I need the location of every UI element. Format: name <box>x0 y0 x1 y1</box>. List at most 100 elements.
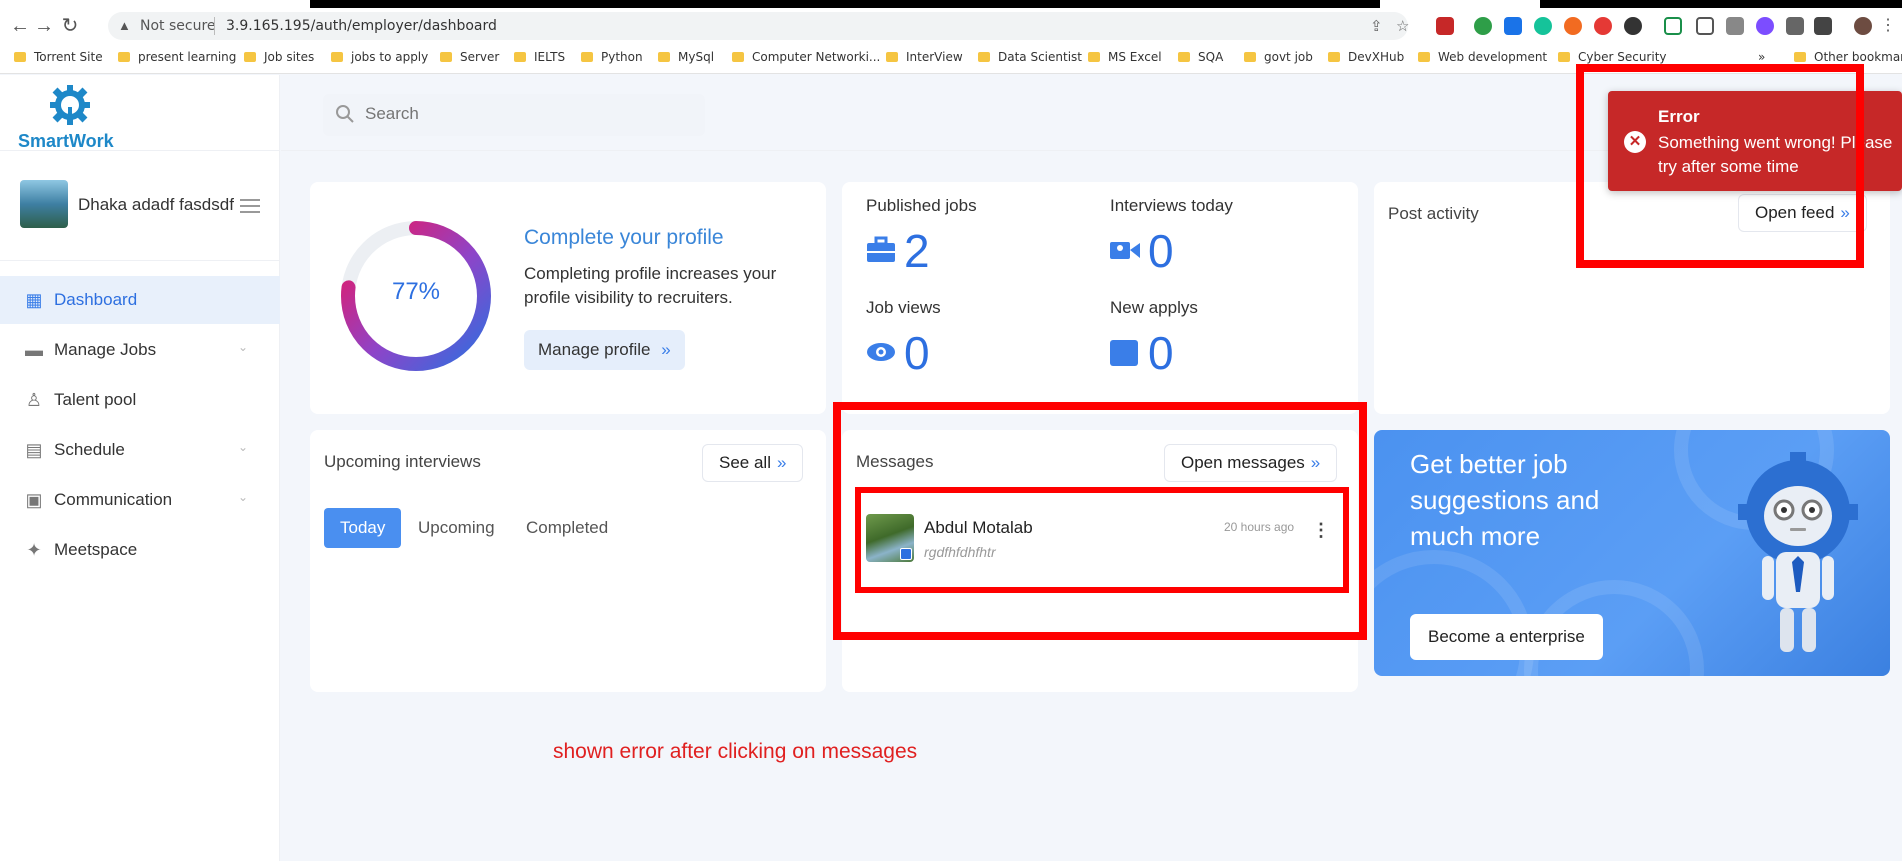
reload-icon[interactable]: ↻ <box>58 14 82 38</box>
address-bar[interactable]: ▲ Not secure 3.9.165.195/auth/employer/d… <box>108 12 1409 40</box>
tab-today[interactable]: Today <box>324 508 402 548</box>
bookmark[interactable]: Python <box>581 50 643 64</box>
sidebar-item-label: Schedule <box>54 440 125 459</box>
sidebar-item-label: Talent pool <box>54 390 137 409</box>
video-call-icon <box>1110 242 1140 259</box>
briefcase-icon <box>867 236 895 262</box>
profile-percent: 77% <box>391 278 441 305</box>
bookmark[interactable]: Computer Networki... <box>732 50 880 64</box>
sidebar-item-dashboard[interactable]: ▦ Dashboard <box>0 276 280 324</box>
bookmark[interactable]: Job sites <box>244 50 314 64</box>
bookmark[interactable]: InterView <box>886 50 963 64</box>
screenshot-extension-icon[interactable] <box>1696 17 1714 35</box>
code-extension-icon[interactable] <box>1664 17 1682 35</box>
sidebar-item-meetspace[interactable]: ✦ Meetspace <box>0 526 280 574</box>
briefcase-icon: ▬ <box>25 340 43 360</box>
folder-icon <box>1110 340 1138 366</box>
image-extension-icon[interactable] <box>1726 17 1744 35</box>
stat-interviews-today[interactable]: Interviews today 0 <box>1110 196 1233 277</box>
stat-value: 2 <box>904 225 930 277</box>
shield-extension-icon[interactable] <box>1474 17 1492 35</box>
stat-value: 0 <box>1148 327 1174 379</box>
url-text[interactable]: 3.9.165.195/auth/employer/dashboard <box>226 18 497 34</box>
drop-extension-icon[interactable] <box>1504 17 1522 35</box>
profile-completion-card: 77% Complete your profile Completing pro… <box>310 182 826 414</box>
meetspace-icon: ✦ <box>26 540 42 560</box>
hamburger-menu-icon[interactable] <box>240 199 260 213</box>
double-chevron-right-icon: » <box>661 340 671 359</box>
sidebar-item-schedule[interactable]: ▤ Schedule ⌄ <box>0 426 280 474</box>
red-extension-icon[interactable] <box>1594 17 1612 35</box>
back-icon[interactable]: ← <box>8 14 32 38</box>
stat-label: Job views <box>866 298 941 317</box>
tab-upcoming[interactable]: Upcoming <box>402 508 511 548</box>
gmail-extension-icon[interactable] <box>1436 17 1454 35</box>
manage-profile-button[interactable]: Manage profile » <box>524 330 685 370</box>
user-name[interactable]: Dhaka adadf fasdsdf <box>78 195 234 215</box>
stat-label: Interviews today <box>1110 196 1233 215</box>
bookmark[interactable]: MySql <box>658 50 714 64</box>
purple-extension-icon[interactable] <box>1756 17 1774 35</box>
search-input[interactable] <box>365 104 685 124</box>
bookmark[interactable]: DevXHub <box>1328 50 1404 64</box>
bookmark[interactable]: MS Excel <box>1088 50 1162 64</box>
promo-title: Get better job suggestions and much more <box>1410 449 1600 551</box>
see-all-label: See all <box>719 453 771 472</box>
sidebar-item-label: Dashboard <box>54 290 138 309</box>
bookmark[interactable]: Data Scientist <box>978 50 1082 64</box>
chevron-down-icon: ⌄ <box>238 440 249 454</box>
star-icon[interactable]: ☆ <box>1396 17 1409 35</box>
bookmark[interactable]: Other bookmarks <box>1794 50 1902 64</box>
interviews-title: Upcoming interviews <box>324 452 481 471</box>
tab-completed[interactable]: Completed <box>510 508 624 548</box>
sidebar-item-talent-pool[interactable]: ♙ Talent pool <box>0 376 280 424</box>
bookmark[interactable]: IELTS <box>514 50 565 64</box>
dashboard-icon: ▦ <box>25 290 43 310</box>
forward-icon[interactable]: → <box>32 14 56 38</box>
security-label: Not secure <box>140 18 216 34</box>
window-top-bar <box>0 0 1902 8</box>
eye-icon <box>867 343 895 361</box>
bookmark[interactable]: present learning <box>118 50 236 64</box>
manage-profile-label: Manage profile <box>538 340 651 359</box>
bookmark[interactable]: Web development <box>1418 50 1547 64</box>
become-enterprise-button[interactable]: Become a enterprise <box>1410 614 1603 660</box>
search-icon <box>336 105 354 123</box>
stat-job-views[interactable]: Job views 0 <box>866 298 941 379</box>
annotation-text: shown error after clicking on messages <box>553 740 918 763</box>
sidebar-item-label: Manage Jobs <box>54 340 157 359</box>
highlight-box-error <box>1576 64 1864 268</box>
search-bar[interactable] <box>323 94 705 136</box>
orange-extension-icon[interactable] <box>1564 17 1582 35</box>
mouse-extension-icon[interactable] <box>1624 17 1642 35</box>
sidepanel-icon[interactable] <box>1814 17 1832 35</box>
stat-new-applys[interactable]: New applys 0 <box>1110 298 1198 379</box>
user-search-icon: ♙ <box>25 390 43 410</box>
smartwork-logo[interactable]: SmartWork <box>18 85 138 155</box>
see-all-button[interactable]: See all » <box>702 444 804 482</box>
bookmark[interactable]: govt job <box>1244 50 1313 64</box>
double-chevron-right-icon: » <box>776 453 787 472</box>
bookmarks-overflow-icon[interactable]: » <box>1758 50 1765 64</box>
bookmark[interactable]: jobs to apply <box>331 50 428 64</box>
stat-value: 0 <box>904 327 930 379</box>
profile-card-title: Complete your profile <box>524 226 724 249</box>
sidebar-item-label: Meetspace <box>54 540 138 559</box>
bookmark[interactable]: Server <box>440 50 499 64</box>
stat-label: Published jobs <box>866 196 977 215</box>
chevron-down-icon: ⌄ <box>238 490 249 504</box>
grammarly-icon[interactable] <box>1534 17 1552 35</box>
puzzle-icon[interactable] <box>1786 17 1804 35</box>
bookmark[interactable]: Cyber Security <box>1558 50 1667 64</box>
sidebar-item-communication[interactable]: ▣ Communication ⌄ <box>0 476 280 524</box>
chat-icon: ▣ <box>25 490 43 510</box>
user-avatar[interactable] <box>20 180 68 228</box>
brand-name: SmartWork <box>18 131 114 151</box>
bookmark[interactable]: SQA <box>1178 50 1223 64</box>
share-icon[interactable]: ⇪ <box>1370 17 1383 35</box>
more-menu-icon[interactable]: ⋮ <box>1880 17 1898 35</box>
stat-published-jobs[interactable]: Published jobs 2 <box>866 196 977 277</box>
sidebar-item-manage-jobs[interactable]: ▬ Manage Jobs ⌄ <box>0 326 280 374</box>
bookmark[interactable]: Torrent Site <box>14 50 103 64</box>
profile-avatar-icon[interactable] <box>1854 17 1872 35</box>
